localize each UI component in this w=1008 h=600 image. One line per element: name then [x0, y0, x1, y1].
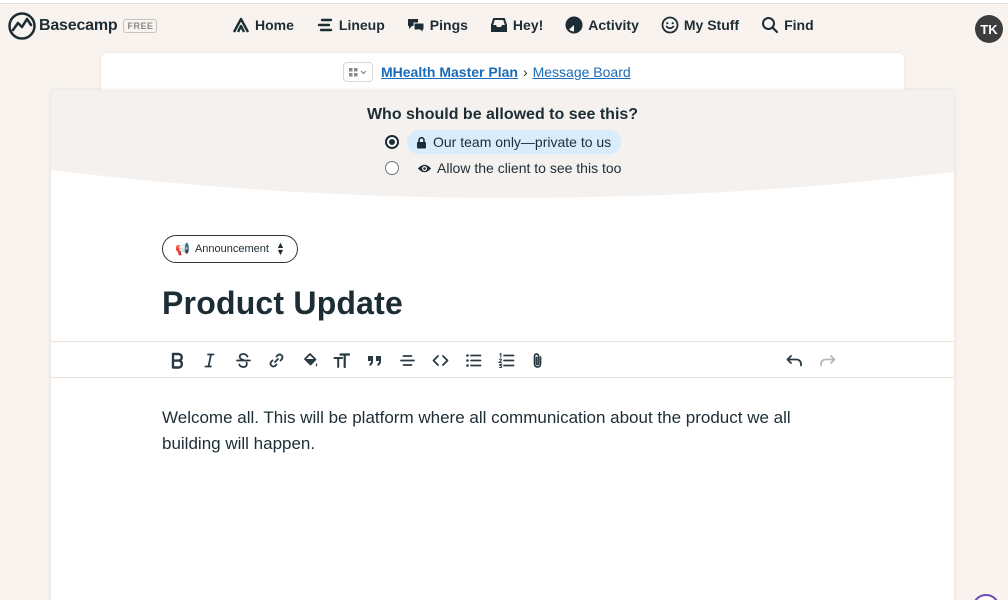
text-size-icon — [333, 352, 350, 368]
message-title[interactable]: Product Update — [162, 285, 403, 322]
nav-item-label: My Stuff — [683, 17, 740, 33]
italic-button[interactable] — [199, 350, 219, 370]
home-icon — [232, 17, 250, 33]
nav-items: Home Lineup Pings Hey! Activity My Stuff… — [232, 16, 836, 34]
bold-icon — [171, 352, 183, 369]
category-select[interactable]: 📢 Announcement ▲ ▼ — [162, 235, 298, 263]
nav-item-hey[interactable]: Hey! — [490, 16, 543, 34]
link-button[interactable] — [266, 350, 286, 370]
pings-icon — [407, 19, 425, 34]
project-switcher-button[interactable] — [343, 62, 373, 82]
lock-icon — [417, 136, 426, 148]
privacy-option-label: Our team only—private to us — [433, 134, 612, 150]
privacy-option-client-visible[interactable]: Allow the client to see this too — [385, 156, 631, 180]
basecamp-logo[interactable]: Basecamp FREE — [8, 12, 158, 40]
activity-icon — [565, 16, 583, 34]
nav-item-lineup[interactable]: Lineup — [316, 16, 385, 34]
message-body-editor[interactable]: Welcome all. This will be platform where… — [162, 405, 842, 457]
strikethrough-icon — [235, 352, 251, 368]
numbered-list-button[interactable] — [496, 350, 516, 370]
megaphone-icon: 📢 — [175, 242, 190, 256]
code-icon — [432, 354, 448, 366]
my-stuff-icon — [661, 16, 679, 34]
privacy-option-label: Allow the client to see this too — [437, 160, 622, 176]
logo-text: Basecamp — [39, 17, 118, 34]
undo-icon — [786, 354, 802, 366]
privacy-option-team-only[interactable]: Our team only—private to us — [385, 130, 622, 154]
attach-file-button[interactable] — [527, 350, 547, 370]
hey-icon — [490, 18, 507, 32]
help-icon[interactable] — [972, 594, 1000, 600]
nav-item-activity[interactable]: Activity — [565, 16, 639, 34]
quote-button[interactable] — [364, 350, 384, 370]
breadcrumb-project-link[interactable]: MHealth Master Plan — [381, 64, 518, 80]
strikethrough-button[interactable] — [233, 350, 253, 370]
page-scrollbar[interactable] — [1002, 45, 1008, 600]
link-icon — [269, 353, 283, 367]
paint-bucket-icon — [303, 352, 317, 366]
privacy-option-pill: Allow the client to see this too — [407, 156, 631, 180]
code-button[interactable] — [430, 350, 450, 370]
bold-button[interactable] — [167, 350, 187, 370]
nav-item-label: Activity — [588, 17, 639, 33]
radio-team-only[interactable] — [385, 135, 399, 149]
horizontal-rule-button[interactable] — [397, 350, 417, 370]
breadcrumb-separator: › — [522, 64, 528, 80]
nav-item-label: Find — [784, 17, 814, 33]
numbered-list-icon — [497, 352, 514, 368]
search-icon — [762, 17, 779, 34]
nav-item-label: Lineup — [338, 17, 385, 33]
plan-badge: FREE — [123, 19, 158, 33]
lineup-icon — [317, 18, 333, 32]
category-label: Announcement — [194, 243, 269, 255]
redo-icon — [819, 354, 835, 366]
nav-item-label: Pings — [429, 17, 468, 33]
top-nav: Basecamp FREE Home Lineup Pings Hey! Act… — [0, 5, 1008, 45]
heading-button[interactable] — [331, 350, 351, 370]
undo-button[interactable] — [784, 350, 804, 370]
radio-client-visible[interactable] — [385, 161, 399, 175]
window-top-edge — [0, 0, 1008, 4]
quote-icon — [367, 355, 381, 366]
horizontal-rule-icon — [399, 354, 415, 366]
bullet-list-button[interactable] — [463, 350, 483, 370]
paperclip-icon — [533, 352, 541, 368]
nav-item-find[interactable]: Find — [761, 16, 814, 34]
breadcrumb-message-board-link[interactable]: Message Board — [533, 64, 631, 80]
nav-item-home[interactable]: Home — [232, 16, 294, 34]
avatar[interactable]: TK — [975, 15, 1003, 43]
basecamp-logo-icon — [8, 12, 36, 40]
italic-icon — [204, 353, 214, 367]
updown-chevron-icon: ▲ ▼ — [275, 240, 285, 257]
editor-toolbar — [51, 341, 954, 378]
nav-item-label: Home — [255, 17, 294, 33]
redo-button[interactable] — [817, 350, 837, 370]
grid-icon — [349, 68, 367, 77]
message-editor-card: Who should be allowed to see this? Our t… — [51, 90, 954, 600]
eye-icon — [417, 164, 432, 172]
highlight-button[interactable] — [300, 350, 320, 370]
nav-item-my-stuff[interactable]: My Stuff — [661, 16, 739, 34]
nav-item-pings[interactable]: Pings — [407, 16, 468, 34]
privacy-question: Who should be allowed to see this? — [366, 106, 639, 123]
breadcrumb: MHealth Master Plan › Message Board — [343, 62, 631, 82]
bullet-list-icon — [465, 353, 481, 367]
privacy-option-pill: Our team only—private to us — [407, 130, 622, 154]
nav-item-label: Hey! — [512, 17, 544, 33]
